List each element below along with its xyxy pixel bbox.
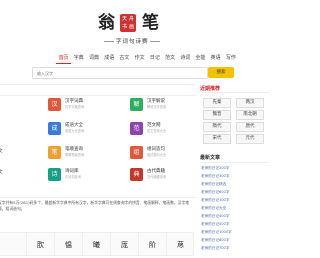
panel-bottom-divider <box>0 197 196 198</box>
nav-item-essay[interactable]: 作文 <box>132 54 147 64</box>
nav-item-poetry[interactable]: 诗词 <box>178 54 193 64</box>
tag-item[interactable]: 两汉 <box>236 98 264 108</box>
tool-item[interactable]: 成 成语大全 成语大全查询 <box>48 122 108 136</box>
article-divider <box>200 162 269 163</box>
site-logo[interactable]: 翁 天 舟 书 画 笔 字词句诗赛 <box>96 12 168 48</box>
tag-item[interactable]: 元代 <box>236 134 264 144</box>
tool-item[interactable]: 解 汉字解说 解说汉字查询 <box>130 98 194 112</box>
search-input[interactable] <box>37 68 187 78</box>
classics-icon: 典 <box>130 168 143 181</box>
tool-item[interactable]: 汉 汉字词典 汉字字典查询 <box>48 98 108 112</box>
nav-item-dictionary[interactable]: 字典 <box>71 54 86 64</box>
tool-desc: 组词造句大全 <box>147 153 167 157</box>
tool-item[interactable]: 组 组词造句 组词造句大全 <box>130 146 194 160</box>
nav-item-words[interactable]: 词典 <box>86 54 101 64</box>
main-nav: 首页 字典 词典 成语 古文 作文 日记 范文 诗词 全能 英语 写作 <box>56 54 238 64</box>
seal-char-1: 天 <box>122 16 128 22</box>
character-cell[interactable]: 愠 <box>54 232 83 256</box>
logo-sub-line-right <box>150 41 160 42</box>
edge-label-1: 文 <box>0 149 3 154</box>
tag-item[interactable]: 先秦 <box>203 98 231 108</box>
nav-item-home[interactable]: 首页 <box>56 54 72 64</box>
nav-item-model-essay[interactable]: 范文 <box>162 54 177 64</box>
character-cell[interactable] <box>0 232 27 256</box>
tag-item[interactable]: 南北朝 <box>236 110 264 120</box>
nav-item-all[interactable]: 全能 <box>193 54 208 64</box>
character-cell[interactable]: 阶 <box>138 232 167 256</box>
character-cell[interactable]: 曦 <box>82 232 111 256</box>
search-button[interactable]: 搜索 <box>208 67 234 78</box>
seal-char-4: 画 <box>129 24 135 30</box>
character-cell[interactable]: 肷 <box>26 232 55 256</box>
dictionary-icon: 汉 <box>48 98 61 111</box>
tag-item[interactable]: 唐代 <box>236 122 264 132</box>
article-link[interactable]: 老师的日记精选 <box>201 182 226 187</box>
article-link[interactable]: 老师的日记600字 <box>201 190 229 195</box>
tool-item[interactable]: 诗 诗词库 古诗词查询 <box>48 168 108 182</box>
nav-item-writing[interactable]: 写作 <box>223 54 238 64</box>
logo-char-2: 笔 <box>142 13 159 33</box>
article-link[interactable]: 老师的日记200字 <box>201 166 229 171</box>
article-link[interactable]: 老师的日记400字 <box>201 214 229 219</box>
nav-item-classical[interactable]: 古文 <box>117 54 132 64</box>
tag-item[interactable]: 隋代 <box>203 122 231 132</box>
recommend-title: 近期推荐 <box>200 86 221 92</box>
article-title: 最新文章 <box>200 155 221 161</box>
tool-desc: 成语大全查询 <box>65 129 85 133</box>
recommend-divider <box>200 92 269 93</box>
essay-icon: 范 <box>130 122 143 135</box>
logo-subtitle: 字词句诗赛 <box>116 39 149 45</box>
tag-item[interactable]: 宋代 <box>203 134 231 144</box>
tool-desc: 汉字字典查询 <box>65 105 85 109</box>
character-cell[interactable]: 荩 <box>166 232 194 256</box>
logo-sub-line-left <box>104 41 114 42</box>
explain-icon: 解 <box>130 98 143 111</box>
tool-desc: 古诗词查询 <box>65 175 81 179</box>
article-link[interactable]: 老师的日记800字 <box>201 238 229 243</box>
tool-item[interactable]: 笔 笔顺查询 笔顺笔画查询 <box>48 146 108 160</box>
article-link[interactable]: 老师的日记300字 <box>201 174 229 179</box>
seal-char-2: 舟 <box>129 16 135 22</box>
character-grid: 肷 愠 曦 厐 阶 荩 <box>0 232 196 258</box>
logo-char-1: 翁 <box>98 13 115 33</box>
edge-label-2: 文 <box>0 170 3 175</box>
seal-char-3: 书 <box>122 24 128 30</box>
tools-panel: 文 文 汉 汉字词典 汉字字典查询 成 成语大全 成语大全查询 笔 笔顺查询 笔… <box>0 84 196 201</box>
character-cell[interactable]: 厐 <box>110 232 139 256</box>
logo-seal: 天 舟 书 画 <box>120 14 136 32</box>
tool-item[interactable]: 范 范文网 范文查询大全 <box>130 122 194 136</box>
tool-desc: 笔顺笔画查询 <box>65 153 85 157</box>
sentence-icon: 组 <box>130 146 143 159</box>
panel-divider <box>0 95 196 96</box>
tool-desc: 解说汉字查询 <box>147 105 167 109</box>
article-link[interactable]: 老师的日记500字 <box>201 222 229 227</box>
tool-item[interactable]: 典 古代典籍 古代典籍查询 <box>130 168 194 182</box>
intro-text: 汉字共有5万(281)码多个，最超新华字典中所有汉字，新华字典可在线查询字的拼音… <box>0 200 190 211</box>
tag-item[interactable]: 魏晋 <box>203 110 231 120</box>
article-link[interactable]: 老师的日记大全 <box>201 206 226 211</box>
tool-desc: 范文查询大全 <box>147 129 167 133</box>
idiom-icon: 成 <box>48 122 61 135</box>
article-link[interactable]: 老师的日记1000字 <box>201 230 232 235</box>
tool-desc: 古代典籍查询 <box>147 175 167 179</box>
nav-item-idioms[interactable]: 成语 <box>102 54 117 64</box>
brush-icon: 笔 <box>48 146 61 159</box>
article-link[interactable]: 老师的日记100字 <box>201 198 229 203</box>
search-box <box>32 67 208 79</box>
nav-item-diary[interactable]: 日记 <box>147 54 162 64</box>
nav-item-english[interactable]: 英语 <box>208 54 223 64</box>
article-link[interactable]: 老师的日记700字 <box>201 246 229 251</box>
poetry-icon: 诗 <box>48 168 61 181</box>
